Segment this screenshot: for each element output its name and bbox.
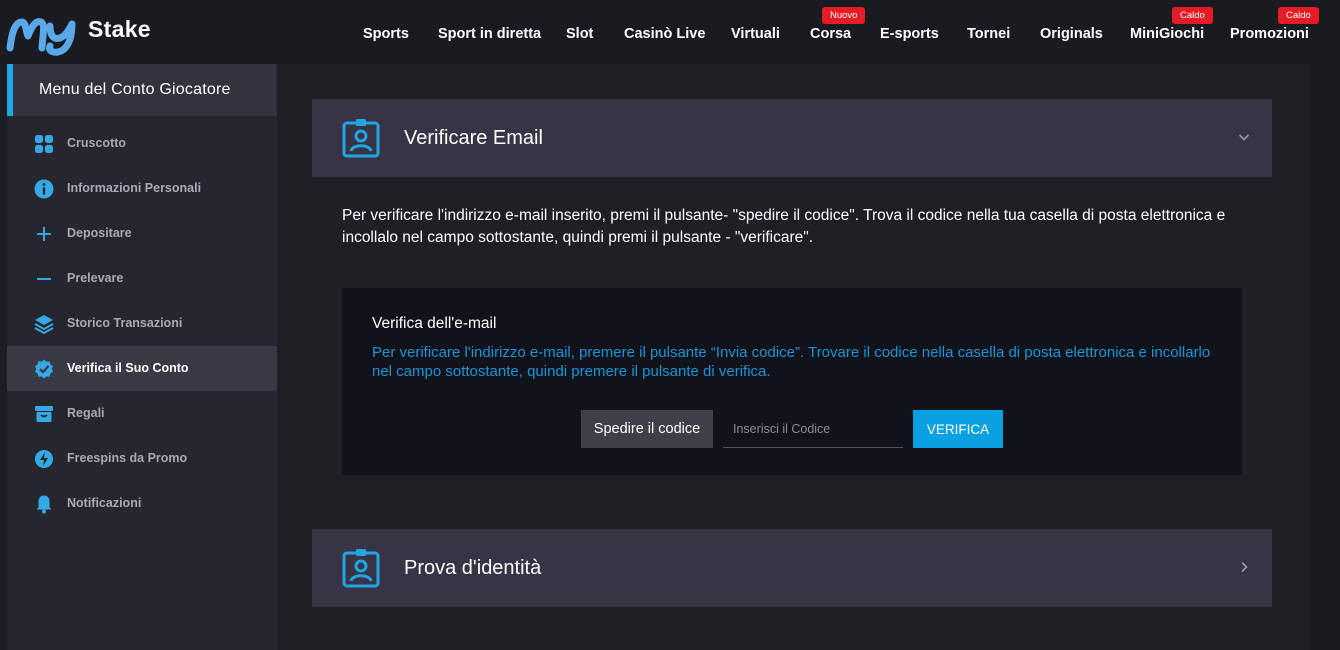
main-content: Verificare Email Per verificare l'indiri…: [277, 64, 1309, 650]
nav-slot[interactable]: Slot: [566, 26, 593, 42]
identity-proof-panel-header[interactable]: Prova d'identità: [312, 529, 1272, 607]
badge-hot: Caldo: [1172, 7, 1213, 24]
nav-sports[interactable]: Sports: [363, 26, 409, 42]
sidebar-item-label: Prelevare: [67, 271, 124, 285]
brand-logo[interactable]: Stake: [6, 10, 151, 56]
id-card-icon: [342, 549, 380, 588]
sidebar-item-label: Freespins da Promo: [67, 451, 188, 465]
chevron-right-icon[interactable]: [1238, 561, 1250, 573]
sidebar-title-text: Menu del Conto Giocatore: [39, 81, 231, 98]
sidebar-item-personal-info[interactable]: Informazioni Personali: [7, 166, 277, 211]
info-icon: [34, 179, 54, 199]
nav-live-sports[interactable]: Sport in diretta: [438, 26, 541, 42]
sidebar-item-verify-account[interactable]: Verifica il Suo Conto: [7, 346, 277, 391]
verify-email-panel-header[interactable]: Verificare Email: [312, 99, 1272, 177]
email-verify-instructions: Per verificare l'indirizzo e-mail inseri…: [342, 207, 1226, 246]
sidebar-item-label: Verifica il Suo Conto: [67, 361, 189, 375]
chevron-down-icon[interactable]: [1238, 131, 1250, 143]
sidebar-item-label: Informazioni Personali: [67, 181, 202, 195]
badge-hot: Caldo: [1278, 7, 1319, 24]
minus-icon: [37, 278, 51, 280]
email-verify-box: Verifica dell'e-mail Per verificare l'in…: [342, 288, 1242, 475]
code-input[interactable]: [723, 410, 903, 448]
account-sidebar: Menu del Conto Giocatore Cruscotto Infor…: [7, 64, 277, 650]
send-code-button[interactable]: Spedire il codice: [581, 410, 713, 448]
panel-title: Prova d'identità: [404, 557, 542, 579]
nav-esports[interactable]: E-sports: [880, 26, 939, 42]
nav-tournaments[interactable]: Tornei: [967, 26, 1010, 42]
panel-title: Verificare Email: [404, 127, 543, 149]
sidebar-item-dashboard[interactable]: Cruscotto: [7, 121, 277, 166]
logo-wordmark: Stake: [88, 16, 151, 42]
main-nav: Sports Sport in diretta Slot Casinò Live…: [346, 0, 1320, 64]
sidebar-item-freespins[interactable]: Freespins da Promo: [7, 436, 277, 481]
nav-virtual[interactable]: Virtuali: [731, 26, 780, 42]
sidebar-item-label: Storico Transazioni: [67, 316, 183, 330]
sidebar-item-transactions[interactable]: Storico Transazioni: [7, 301, 277, 346]
sidebar-title: Menu del Conto Giocatore: [7, 64, 277, 116]
sidebar-item-label: Regali: [67, 406, 105, 420]
gift-icon: [35, 406, 53, 422]
verify-box-description: Per verificare l'indirizzo e-mail, preme…: [372, 344, 1211, 380]
sidebar-item-withdraw[interactable]: Prelevare: [7, 256, 277, 301]
top-navbar: Stake Sports Sport in diretta Slot Casin…: [0, 0, 1340, 64]
id-card-icon: [342, 119, 380, 158]
sidebar-item-gifts[interactable]: Regali: [7, 391, 277, 436]
sidebar-item-label: Depositare: [67, 226, 132, 240]
mystake-logo-mark: [6, 18, 76, 56]
plus-icon: [37, 227, 51, 241]
nav-promotions[interactable]: Promozioni: [1230, 26, 1309, 42]
dashboard-icon: [35, 135, 53, 153]
sidebar-item-deposit[interactable]: Depositare: [7, 211, 277, 256]
nav-minigames[interactable]: MiniGiochi: [1130, 26, 1204, 42]
bell-icon: [36, 495, 52, 514]
page-gutter: [1309, 64, 1340, 650]
sidebar-item-label: Notificazioni: [67, 496, 142, 510]
sidebar-item-notifications[interactable]: Notificazioni: [7, 481, 277, 526]
nav-live-casino[interactable]: Casinò Live: [624, 26, 705, 42]
verify-box-title: Verifica dell'e-mail: [372, 315, 497, 332]
freespin-icon: [35, 450, 53, 468]
layers-icon: [34, 315, 54, 334]
nav-racing[interactable]: Corsa: [810, 26, 851, 42]
badge-new: Nuovo: [822, 7, 866, 24]
sidebar-item-label: Cruscotto: [67, 136, 127, 150]
verified-badge-icon: [35, 359, 53, 379]
nav-originals[interactable]: Originals: [1040, 26, 1103, 42]
verify-button[interactable]: VERIFICA: [913, 410, 1003, 448]
